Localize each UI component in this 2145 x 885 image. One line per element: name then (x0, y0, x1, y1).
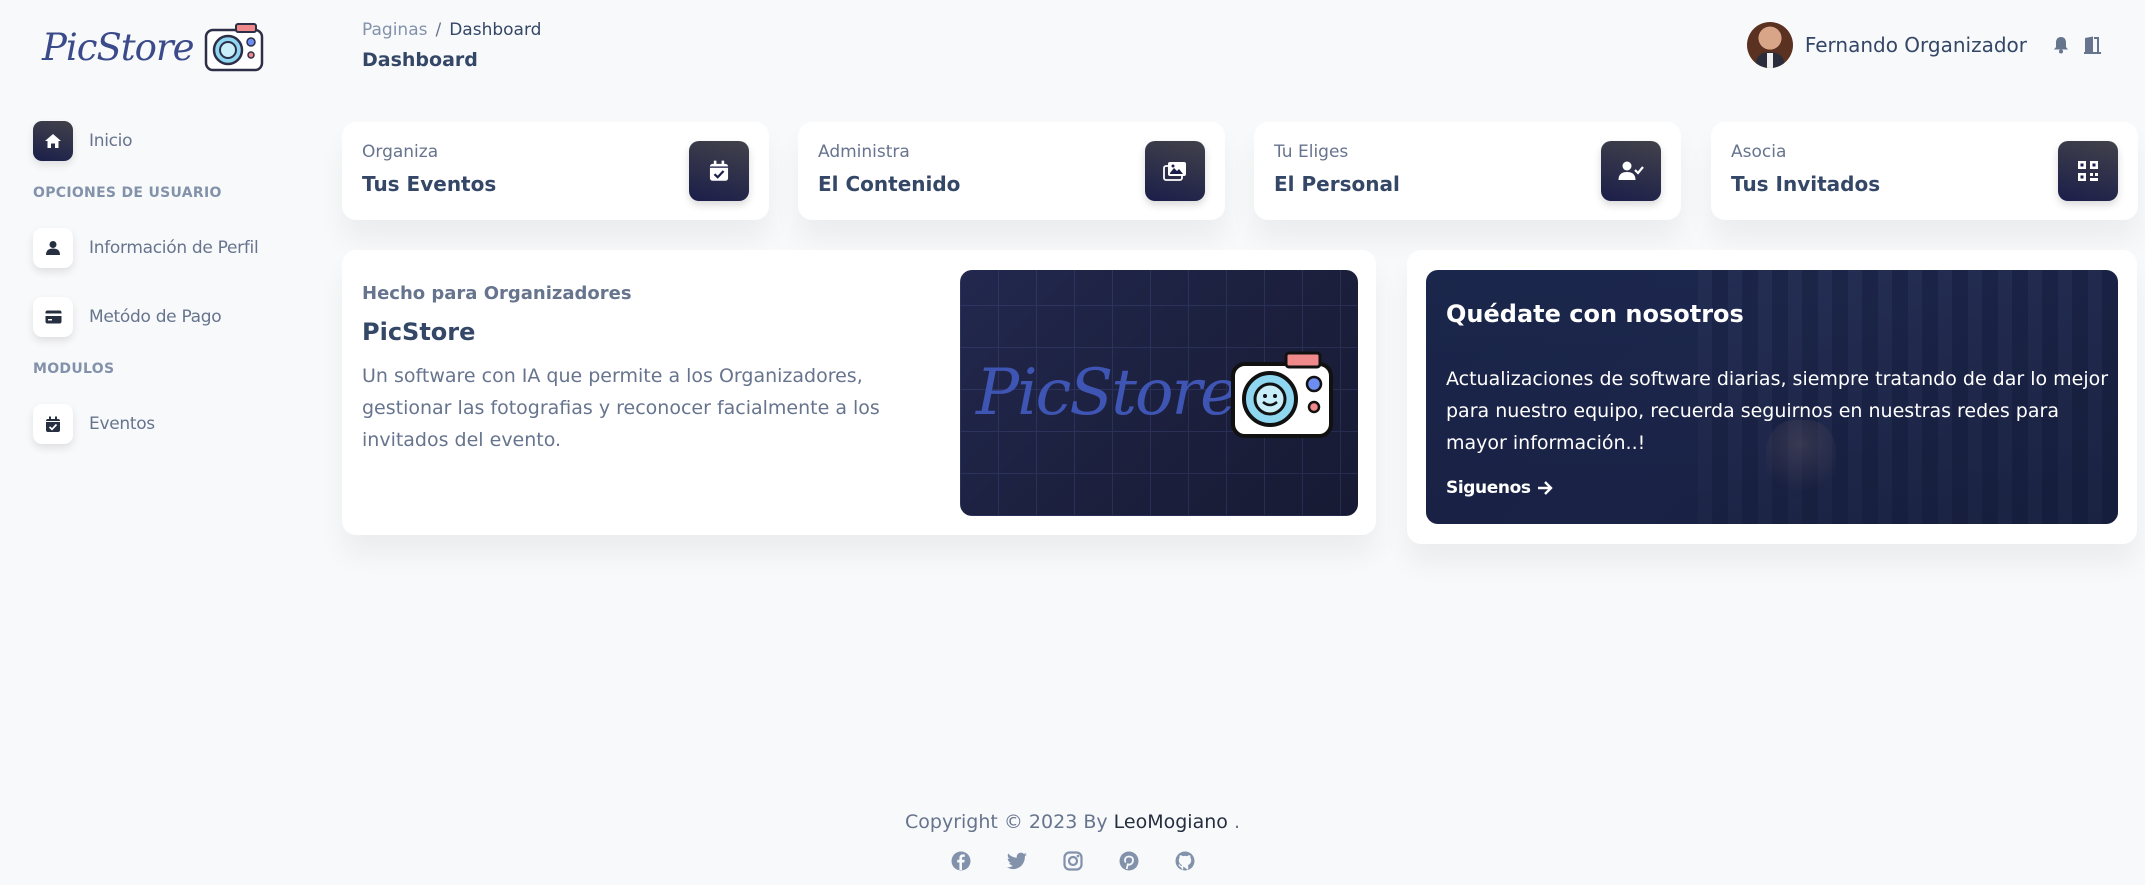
promo-card: Quédate con nosotros Actualizaciones de … (1407, 250, 2137, 544)
social-links (0, 850, 2145, 872)
promo-card-title: Quédate con nosotros (1446, 300, 1744, 328)
copyright: Copyright © 2023 By LeoMogiano . (0, 811, 2145, 833)
home-icon (33, 121, 73, 161)
bell-icon[interactable] (2051, 35, 2071, 55)
info-card: Hecho para Organizadores PicStore Un sof… (342, 250, 1376, 535)
info-card-title: PicStore (362, 318, 476, 346)
stat-card-personal[interactable]: Tu Eliges El Personal (1254, 122, 1681, 220)
section-modules: MODULOS (33, 361, 115, 377)
avatar[interactable] (1746, 22, 1793, 68)
calendar-check-icon (689, 141, 749, 201)
sidebar-item-perfil[interactable]: Información de Perfil (33, 228, 259, 268)
banner-logo-text: PicStore (976, 356, 1238, 430)
sidebar-item-label: Inicio (89, 131, 133, 151)
stat-card-invitados[interactable]: Asocia Tus Invitados (1711, 122, 2138, 220)
info-card-banner: PicStore (960, 270, 1358, 516)
stat-title: El Personal (1274, 172, 1400, 196)
stat-card-eventos[interactable]: Organiza Tus Eventos (342, 122, 769, 220)
stat-caption: Tu Eliges (1274, 142, 1349, 162)
credit-card-icon (33, 297, 73, 337)
page-title: Dashboard (362, 49, 478, 71)
user-menu: Fernando Organizador (1746, 22, 2103, 68)
github-icon[interactable] (1174, 850, 1196, 872)
camera-logo-icon (204, 23, 263, 72)
camera-icon (1231, 351, 1333, 438)
user-check-icon (1601, 141, 1661, 201)
author-link[interactable]: LeoMogiano (1114, 811, 1228, 833)
stat-title: Tus Invitados (1731, 172, 1881, 196)
pinterest-icon[interactable] (1118, 850, 1140, 872)
sidebar-item-pago[interactable]: Metódo de Pago (33, 297, 222, 337)
stat-title: El Contenido (818, 172, 961, 196)
stat-caption: Asocia (1731, 142, 1787, 162)
sidebar: PicStore Inicio OPCIONES DE USUARIO Info… (0, 0, 320, 885)
sidebar-item-eventos[interactable]: Eventos (33, 404, 155, 444)
promo-card-description: Actualizaciones de software diarias, sie… (1446, 368, 2109, 454)
sidebar-item-label: Eventos (89, 414, 155, 434)
sidebar-item-label: Metódo de Pago (89, 307, 222, 327)
instagram-icon[interactable] (1062, 850, 1084, 872)
twitter-icon[interactable] (1006, 850, 1028, 872)
info-card-pretitle: Hecho para Organizadores (362, 283, 632, 304)
promo-card-background: Quédate con nosotros Actualizaciones de … (1426, 270, 2118, 524)
copyright-suffix: . (1233, 811, 1240, 833)
user-icon (33, 228, 73, 268)
arrow-right-icon (1537, 481, 1553, 495)
facebook-icon[interactable] (950, 850, 972, 872)
stat-caption: Administra (818, 142, 910, 162)
qrcode-icon (2058, 141, 2118, 201)
logout-icon[interactable] (2083, 35, 2103, 55)
sidebar-item-label: Información de Perfil (89, 238, 259, 258)
siguenos-link-label: Siguenos (1446, 478, 1531, 498)
info-card-description: Un software con IA que permite a los Org… (362, 365, 880, 451)
stat-card-contenido[interactable]: Administra El Contenido (798, 122, 1225, 220)
breadcrumb: Paginas / Dashboard (362, 20, 541, 40)
breadcrumb-separator: / (435, 20, 442, 40)
stat-caption: Organiza (362, 142, 439, 162)
user-name[interactable]: Fernando Organizador (1805, 33, 2027, 57)
breadcrumb-root[interactable]: Paginas (362, 20, 427, 40)
siguenos-link[interactable]: Siguenos (1446, 478, 1553, 498)
section-user-options: OPCIONES DE USUARIO (33, 185, 222, 201)
brand-logo[interactable]: PicStore (42, 22, 266, 72)
brand-logo-text: PicStore (42, 25, 195, 69)
breadcrumb-current: Dashboard (449, 20, 542, 40)
copyright-text: Copyright © 2023 By (905, 811, 1108, 833)
calendar-check-icon (33, 404, 73, 444)
stat-title: Tus Eventos (362, 172, 497, 196)
sidebar-item-inicio[interactable]: Inicio (33, 121, 132, 161)
images-icon (1145, 141, 1205, 201)
